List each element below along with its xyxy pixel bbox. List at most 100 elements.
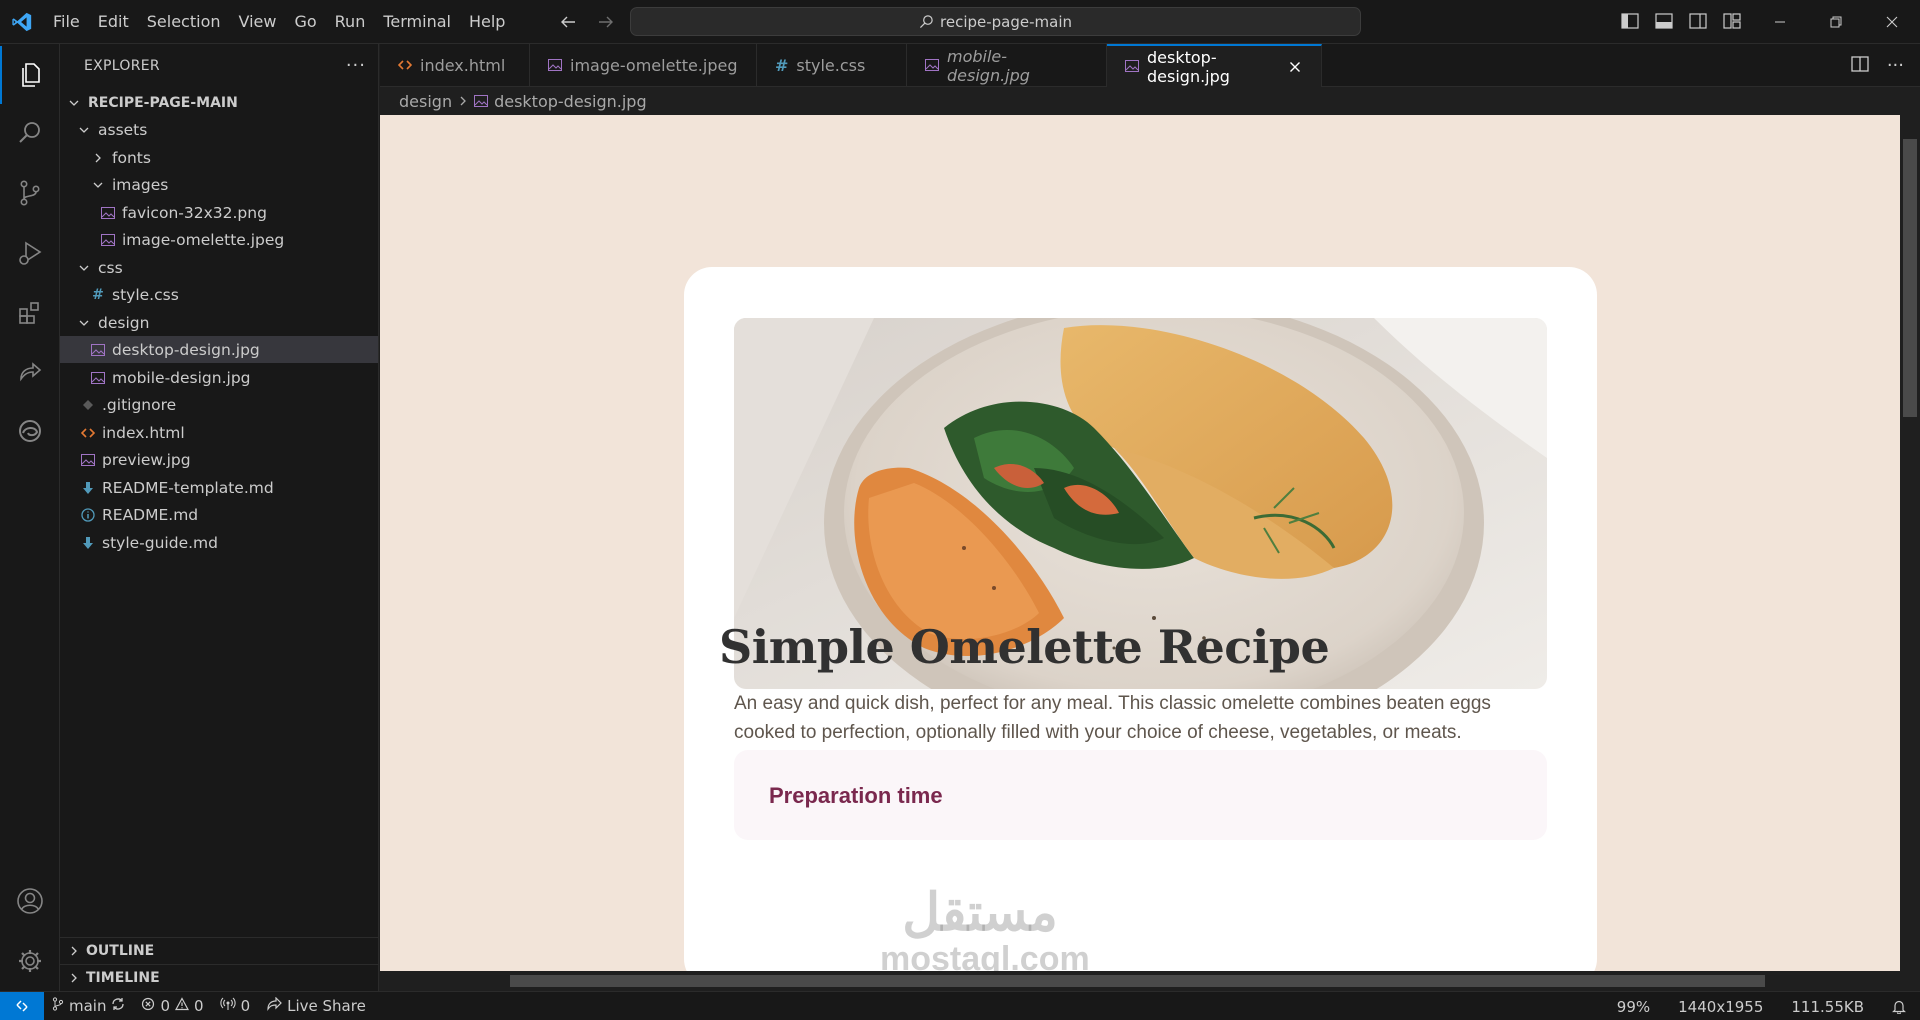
back-arrow-icon[interactable] <box>556 10 580 34</box>
tree-file-index-html[interactable]: index.html <box>60 419 378 446</box>
forward-arrow-icon[interactable] <box>594 10 618 34</box>
branch-name: main <box>69 997 107 1015</box>
outline-label: OUTLINE <box>86 943 155 959</box>
watermark: مستقل mostaql.com <box>880 885 1090 971</box>
timeline-label: TIMELINE <box>86 970 160 986</box>
tree-folder-css[interactable]: css <box>60 254 378 281</box>
live-share-icon <box>266 996 282 1015</box>
tree-item-label: README.md <box>102 505 199 524</box>
zoom-status[interactable]: 99% <box>1603 992 1664 1020</box>
tree-item-label: index.html <box>102 423 185 442</box>
tree-file-image-omelette[interactable]: image-omelette.jpeg <box>60 226 378 253</box>
tree-folder-design[interactable]: design <box>60 309 378 336</box>
timeline-section[interactable]: TIMELINE <box>60 964 378 991</box>
extensions-icon[interactable] <box>0 284 60 342</box>
image-file-icon <box>925 56 939 75</box>
warning-count: 0 <box>194 997 204 1015</box>
more-actions-icon[interactable]: ··· <box>346 55 366 76</box>
account-icon[interactable] <box>0 872 60 930</box>
menu-selection[interactable]: Selection <box>138 7 230 37</box>
tree-file-style-guide[interactable]: style-guide.md <box>60 529 378 556</box>
tree-file-mobile-design[interactable]: mobile-design.jpg <box>60 364 378 391</box>
menu-edit[interactable]: Edit <box>89 7 138 37</box>
branch-status[interactable]: main <box>44 992 133 1020</box>
tree-item-label: .gitignore <box>102 395 177 414</box>
tab-style-css[interactable]: # style.css <box>757 44 907 87</box>
ports-count: 0 <box>240 997 251 1015</box>
edge-tools-icon[interactable] <box>0 402 60 460</box>
tree-file-gitignore[interactable]: .gitignore <box>60 391 378 418</box>
problems-status[interactable]: 0 0 <box>133 992 211 1020</box>
live-share-icon[interactable] <box>0 344 60 402</box>
menu-terminal[interactable]: Terminal <box>374 7 460 37</box>
image-preview[interactable]: Simple Omelette Recipe An easy and quick… <box>380 115 1900 971</box>
more-actions-icon[interactable]: ··· <box>1887 55 1904 76</box>
search-view-icon[interactable] <box>0 104 60 162</box>
settings-gear-icon[interactable] <box>0 932 60 990</box>
close-icon[interactable] <box>1288 58 1303 76</box>
image-file-icon <box>100 205 116 221</box>
tree-folder-fonts[interactable]: fonts <box>60 144 378 171</box>
tree-file-preview[interactable]: preview.jpg <box>60 446 378 473</box>
preparation-box: Preparation time <box>734 750 1547 840</box>
outline-section[interactable]: OUTLINE <box>60 937 378 964</box>
horizontal-scrollbar[interactable] <box>380 971 1920 991</box>
vertical-scrollbar[interactable] <box>1900 115 1920 971</box>
toggle-secondary-sidebar-icon[interactable] <box>1686 9 1710 33</box>
menu-run[interactable]: Run <box>326 7 375 37</box>
git-file-icon <box>80 397 96 413</box>
source-control-icon[interactable] <box>0 164 60 222</box>
tree-root-folder[interactable]: RECIPE-PAGE-MAIN <box>60 89 378 116</box>
tree-item-label: favicon-32x32.png <box>122 203 267 222</box>
tab-index-html[interactable]: index.html <box>380 44 530 87</box>
sync-icon[interactable] <box>111 997 125 1015</box>
restore-icon[interactable] <box>1808 0 1864 44</box>
tree-item-label: images <box>112 175 169 194</box>
breadcrumb-file[interactable]: desktop-design.jpg <box>494 92 647 111</box>
tree-file-style-css[interactable]: # style.css <box>60 281 378 308</box>
menu-bar: File Edit Selection View Go Run Terminal… <box>44 0 514 44</box>
error-count: 0 <box>160 997 171 1015</box>
remote-indicator-icon[interactable] <box>0 991 44 1020</box>
tree-folder-images[interactable]: images <box>60 171 378 198</box>
watermark-latin: mostaql.com <box>880 940 1090 971</box>
image-file-icon <box>548 56 562 75</box>
image-file-icon <box>1125 57 1139 76</box>
close-window-icon[interactable] <box>1864 0 1920 44</box>
toggle-panel-icon[interactable] <box>1652 9 1676 33</box>
minimize-icon[interactable] <box>1752 0 1808 44</box>
tree-file-desktop-design[interactable]: desktop-design.jpg <box>60 336 378 363</box>
split-editor-icon[interactable] <box>1851 55 1869 76</box>
menu-view[interactable]: View <box>230 7 286 37</box>
toggle-primary-sidebar-icon[interactable] <box>1618 9 1642 33</box>
ports-status[interactable]: 0 <box>212 992 259 1020</box>
title-bar: File Edit Selection View Go Run Terminal… <box>0 0 1920 44</box>
breadcrumb-folder[interactable]: design <box>399 92 452 111</box>
command-center-search[interactable]: recipe-page-main <box>630 7 1361 36</box>
live-share-label: Live Share <box>287 997 366 1015</box>
customize-layout-icon[interactable] <box>1720 9 1744 33</box>
tree-file-readme-template[interactable]: README-template.md <box>60 474 378 501</box>
tab-desktop-design[interactable]: desktop-design.jpg <box>1107 44 1322 87</box>
tree-folder-assets[interactable]: assets <box>60 116 378 143</box>
horizontal-scrollbar-thumb[interactable] <box>510 975 1765 987</box>
tree-file-readme[interactable]: README.md <box>60 501 378 528</box>
vertical-scrollbar-thumb[interactable] <box>1903 139 1917 417</box>
tree-file-favicon[interactable]: favicon-32x32.png <box>60 199 378 226</box>
menu-help[interactable]: Help <box>460 7 514 37</box>
chevron-right-icon <box>90 150 106 166</box>
status-bar: main 0 0 0 Live Share 99% 1440x1955 111.… <box>0 991 1920 1020</box>
explorer-icon[interactable] <box>0 46 60 104</box>
tab-mobile-design[interactable]: mobile-design.jpg <box>907 44 1107 87</box>
live-share-status[interactable]: Live Share <box>258 992 374 1020</box>
run-and-debug-icon[interactable] <box>0 224 60 282</box>
tree-item-label: style.css <box>112 285 179 304</box>
tab-image-omelette[interactable]: image-omelette.jpeg <box>530 44 757 87</box>
menu-go[interactable]: Go <box>285 7 325 37</box>
menu-file[interactable]: File <box>44 7 89 37</box>
chevron-down-icon <box>76 315 92 331</box>
tree-item-label: style-guide.md <box>102 533 218 552</box>
image-file-icon <box>90 342 106 358</box>
chevron-down-icon <box>76 122 92 138</box>
notifications-bell-icon[interactable] <box>1878 992 1920 1020</box>
